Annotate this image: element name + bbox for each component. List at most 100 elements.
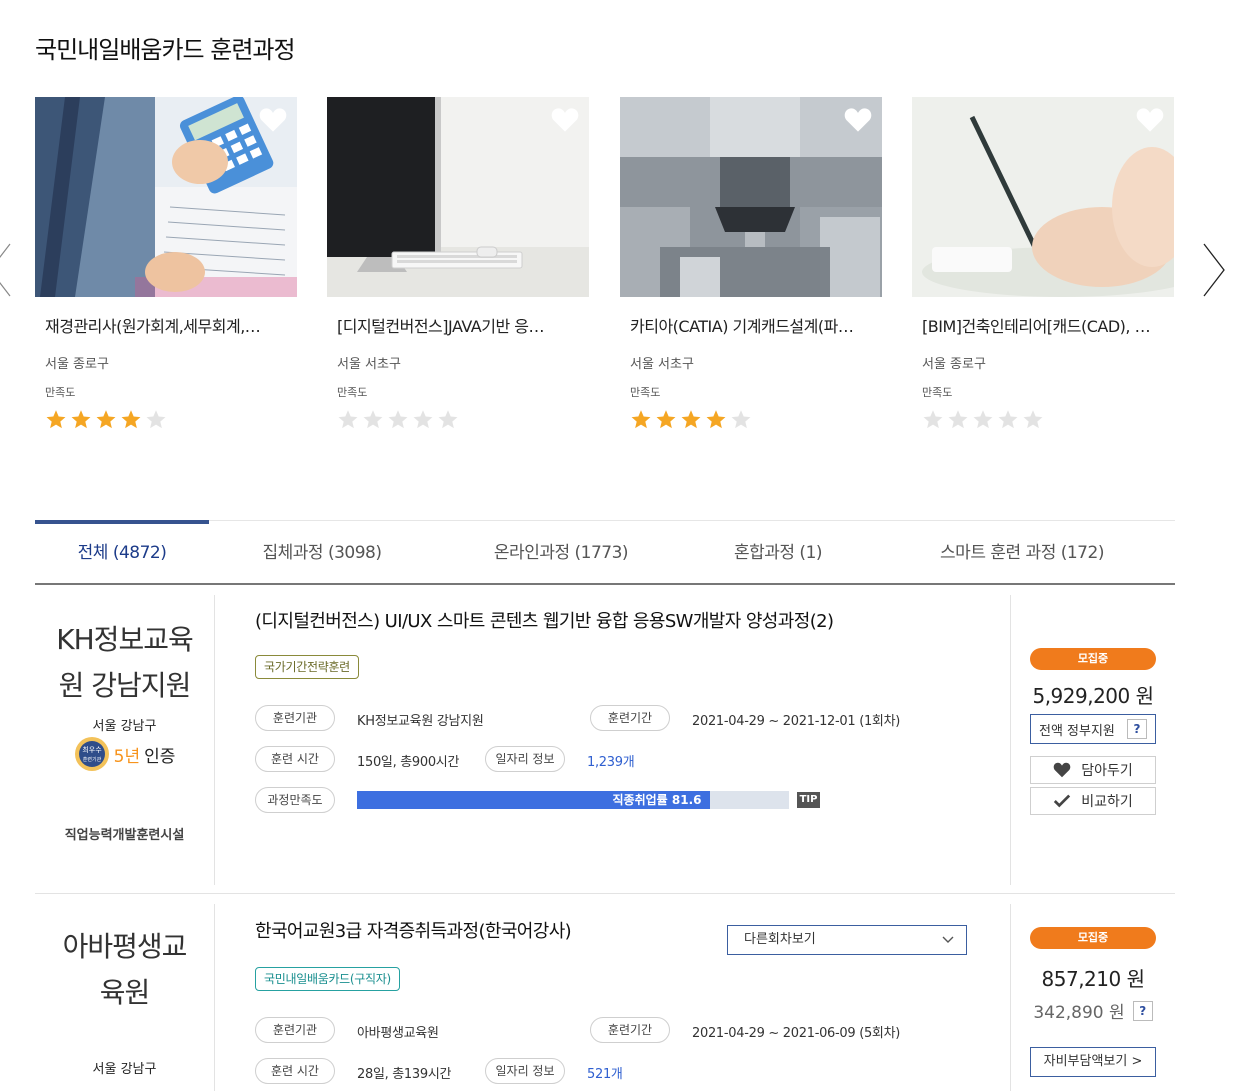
- cert-suffix: 인증: [144, 746, 176, 767]
- card-location: 서울 종로구: [45, 357, 109, 372]
- course-card[interactable]: 재경관리사(원가회계,세무회계,… 서울 종로구 만족도: [35, 97, 297, 430]
- tab-smart[interactable]: 스마트 훈련 과정 (172): [869, 521, 1175, 584]
- label-hours: 훈련 시간: [255, 1058, 335, 1084]
- calculator-photo: [35, 97, 297, 297]
- card-title[interactable]: [BIM]건축인테리어[캐드(CAD), …: [922, 313, 1164, 337]
- section-title: 국민내일배움카드 훈련과정: [35, 36, 296, 64]
- label-jobs: 일자리 정보: [485, 746, 565, 772]
- tab-offline[interactable]: 집체과정 (3098): [209, 521, 435, 584]
- star-filled-icon: [71, 410, 91, 429]
- card-title[interactable]: 카티아(CATIA) 기계캐드설계(파…: [630, 313, 872, 337]
- card-location: 서울 서초구: [337, 357, 401, 372]
- self-pay-price: 342,890 원: [1033, 1003, 1125, 1023]
- course-price: 857,210 원: [1041, 967, 1145, 991]
- course-title[interactable]: 한국어교원3급 자격증취득과정(한국어강사): [255, 917, 572, 943]
- carousel-next-button[interactable]: [1198, 240, 1228, 300]
- org-column: KH정보교육원 강남지원 서울 강남구 최우수 훈련기관 5년 인증 직업능력개발…: [35, 595, 215, 885]
- star-empty-icon: [338, 410, 358, 429]
- course-side: 모집중 857,210 원 342,890 원 ? 자비부담액보기 >: [1010, 904, 1175, 1091]
- card-thumbnail[interactable]: [327, 97, 589, 297]
- gov-support-button[interactable]: 전액 정부지원 ?: [1030, 714, 1156, 744]
- other-session-select[interactable]: 다른회차보기: [727, 925, 967, 955]
- rating-stars: [337, 408, 579, 430]
- course-carousel: 재경관리사(원가회계,세무회계,… 서울 종로구 만족도 [디지털컨버전스]JA…: [35, 97, 1175, 437]
- wishlist-label: 담아두기: [1081, 763, 1133, 779]
- label-period: 훈련기간: [590, 1017, 670, 1043]
- label-period: 훈련기간: [590, 705, 670, 731]
- org-name[interactable]: KH정보교육원 강남지원: [35, 617, 214, 709]
- employment-rate-fill: 직종취업률 81.6: [357, 791, 710, 809]
- wishlist-button[interactable]: 담아두기: [1030, 756, 1156, 784]
- card-thumbnail[interactable]: [912, 97, 1174, 297]
- star-empty-icon: [146, 410, 166, 429]
- satisfaction-label: 만족도: [337, 386, 368, 399]
- help-icon[interactable]: ?: [1127, 719, 1147, 739]
- satisfaction-label: 만족도: [630, 386, 661, 399]
- heart-icon[interactable]: [1136, 107, 1164, 133]
- star-filled-icon: [121, 410, 141, 429]
- org-category: 직업능력개발훈련시설: [64, 828, 185, 843]
- chevron-down-icon: [942, 936, 954, 943]
- card-location: 서울 서초구: [630, 357, 694, 372]
- course-card[interactable]: [BIM]건축인테리어[캐드(CAD), … 서울 종로구 만족도: [912, 97, 1174, 430]
- heart-icon[interactable]: [259, 107, 287, 133]
- course-row: KH정보교육원 강남지원 서울 강남구 최우수 훈련기관 5년 인증 직업능력개발…: [35, 585, 1175, 894]
- self-pay-button[interactable]: 자비부담액보기 >: [1030, 1047, 1156, 1077]
- star-filled-icon: [631, 410, 651, 429]
- period-value: 2021-04-29 ~ 2021-06-09 (5회차): [692, 1026, 901, 1041]
- milling-machine-photo: [620, 97, 882, 297]
- star-filled-icon: [656, 410, 676, 429]
- rating-stars: [922, 408, 1164, 430]
- star-empty-icon: [923, 410, 943, 429]
- institution-value: KH정보교육원 강남지원: [357, 714, 484, 729]
- course-tag: 국민내일배움카드(구직자): [255, 967, 400, 991]
- card-thumbnail[interactable]: [620, 97, 882, 297]
- institution-value: 아바평생교육원: [357, 1026, 439, 1041]
- star-empty-icon: [388, 410, 408, 429]
- hours-value: 28일, 총139시간: [357, 1067, 452, 1082]
- course-row: 아바평생교육원 서울 강남구 한국어교원3급 자격증취득과정(한국어강사) 다른…: [35, 894, 1175, 1091]
- pencil-drawing-photo: [912, 97, 1174, 297]
- org-location: 서울 강남구: [92, 719, 157, 734]
- period-value: 2021-04-29 ~ 2021-12-01 (1회차): [692, 714, 901, 729]
- compare-label: 비교하기: [1081, 794, 1133, 810]
- tab-all[interactable]: 전체 (4872): [35, 520, 209, 583]
- svg-text:최우수: 최우수: [82, 745, 102, 754]
- chevron-left-icon: [0, 243, 11, 297]
- satisfaction-label: 만족도: [45, 386, 76, 399]
- star-filled-icon: [46, 410, 66, 429]
- star-empty-icon: [363, 410, 383, 429]
- course-card[interactable]: 카티아(CATIA) 기계캐드설계(파… 서울 서초구 만족도: [620, 97, 882, 430]
- star-filled-icon: [681, 410, 701, 429]
- org-name[interactable]: 아바평생교육원: [35, 924, 214, 1016]
- card-thumbnail[interactable]: [35, 97, 297, 297]
- satisfaction-label: 만족도: [922, 386, 953, 399]
- check-icon: [1054, 794, 1071, 808]
- card-location: 서울 종로구: [922, 357, 986, 372]
- jobs-link[interactable]: 1,239개: [587, 751, 635, 770]
- heart-icon[interactable]: [844, 107, 872, 133]
- card-title[interactable]: [디지털컨버전스]JAVA기반 응…: [337, 313, 579, 337]
- hours-value: 150일, 총900시간: [357, 755, 460, 770]
- chevron-right-icon: [1203, 243, 1225, 297]
- jobs-link[interactable]: 521개: [587, 1063, 623, 1082]
- course-card[interactable]: [디지털컨버전스]JAVA기반 응… 서울 서초구 만족도: [327, 97, 589, 430]
- course-type-tabs: 전체 (4872) 집체과정 (3098) 온라인과정 (1773) 혼합과정 …: [35, 520, 1175, 585]
- card-title[interactable]: 재경관리사(원가회계,세무회계,…: [45, 313, 287, 337]
- star-empty-icon: [973, 410, 993, 429]
- tip-badge[interactable]: TIP: [797, 792, 820, 808]
- status-badge: 모집중: [1030, 927, 1156, 949]
- tab-online[interactable]: 온라인과정 (1773): [435, 521, 687, 584]
- tab-blended[interactable]: 혼합과정 (1): [687, 521, 869, 584]
- label-satisfaction: 과정만족도: [255, 787, 335, 813]
- label-institution: 훈련기관: [255, 705, 335, 731]
- cert-years: 5년: [113, 746, 141, 767]
- help-icon[interactable]: ?: [1132, 1000, 1153, 1021]
- carousel-prev-button[interactable]: [0, 240, 16, 300]
- compare-button[interactable]: 비교하기: [1030, 787, 1156, 815]
- course-title[interactable]: (디지털컨버전스) UI/UX 스마트 콘텐츠 웹기반 융합 응용SW개발자 양…: [255, 607, 834, 633]
- award-badge-icon: 최우수 훈련기관: [74, 737, 109, 771]
- heart-icon[interactable]: [551, 107, 579, 133]
- label-institution: 훈련기관: [255, 1017, 335, 1043]
- star-empty-icon: [413, 410, 433, 429]
